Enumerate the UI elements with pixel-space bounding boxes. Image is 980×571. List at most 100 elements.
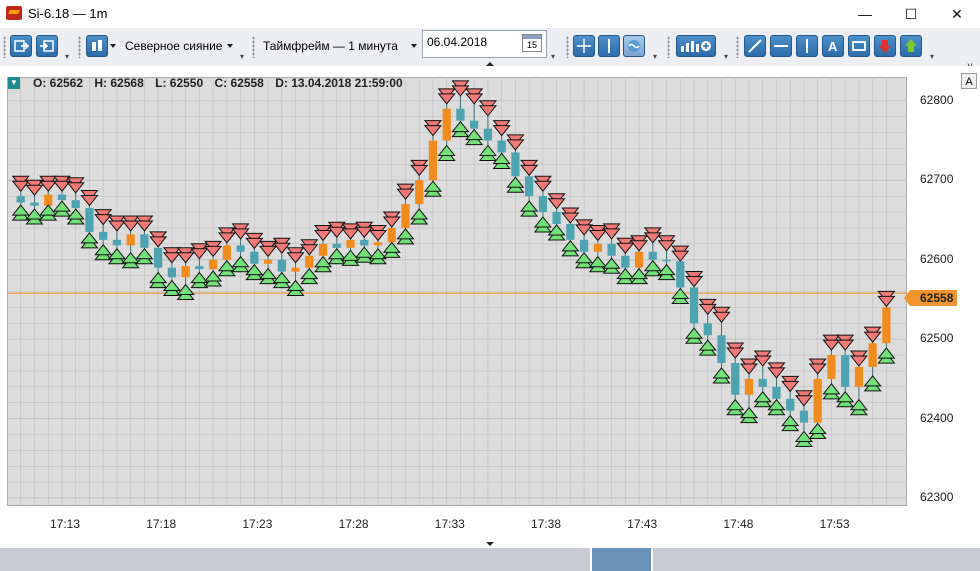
price-chart[interactable] [7,77,907,506]
buy-signal-arrow [451,120,470,133]
candle-body [222,245,231,260]
color-scheme-value: Северное сияние [125,39,223,53]
sell-signal-arrow [808,363,827,375]
candle-body [44,194,53,206]
candle-body [772,386,781,399]
toolbar-grip[interactable] [667,36,670,58]
sell-arrow-icon[interactable] [874,35,896,57]
sell-signal-arrow [492,125,511,137]
overflow-icon[interactable]: ▾ [240,52,245,61]
buy-signal-arrow [877,347,896,359]
candle-body [140,234,149,248]
y-tick-label: 62800 [920,92,954,107]
candle-body [85,208,94,232]
autoscale-button[interactable]: A [961,73,977,89]
sell-signal-arrow [396,188,415,200]
sell-signal-arrow [630,240,649,252]
sell-signal-arrow [588,229,607,242]
toolbar-grip[interactable] [566,36,569,58]
buy-signal-arrow [135,247,154,260]
crosshair-icon[interactable] [573,35,595,57]
indicator-wave-icon[interactable] [623,35,645,57]
buy-signal-arrow [588,255,607,268]
vertical-line-icon[interactable] [598,35,620,57]
open-layout-icon[interactable] [10,35,32,57]
y-tick-label: 62500 [920,331,954,346]
candle-body [305,255,314,268]
candle-body [99,231,108,240]
overflow-icon[interactable]: ▾ [724,52,729,61]
candle-body [662,259,671,262]
minimize-button[interactable]: — [842,0,888,28]
save-layout-icon[interactable] [36,35,58,57]
toolbar-grip[interactable] [252,36,255,58]
chart-style-dropdown-arrow[interactable] [108,35,120,57]
sell-signal-arrow [39,180,58,193]
trend-line-icon[interactable] [744,35,766,57]
date-value: 06.04.2018 [427,35,488,49]
vertical-ray-icon[interactable] [796,35,818,57]
close-button[interactable]: ✕ [934,0,980,28]
sell-signal-arrow [286,252,305,264]
candle-body [868,343,877,367]
high-value: H: 62568 [94,76,144,90]
expand-navigator-icon[interactable] [486,542,494,546]
toolbar-grip[interactable] [78,36,81,58]
buy-signal-arrow [107,247,126,260]
candle-body [373,242,383,246]
sell-signal-arrow [149,236,168,248]
close-value: C: 62558 [214,76,264,90]
chart-menu-icon[interactable]: ▼ [8,77,20,89]
candle-body [263,259,273,264]
candle-body [181,266,190,278]
sell-signal-arrow [107,220,126,232]
candle-body [71,200,80,209]
candle-body [579,239,589,252]
buy-signal-arrow [217,259,236,272]
x-tick-label: 17:23 [242,517,273,531]
buy-signal-arrow [231,255,250,268]
sell-signal-arrow [684,276,704,288]
buy-signal-arrow [712,367,731,379]
sell-signal-arrow [355,226,374,239]
candle-body [112,239,122,246]
buy-signal-arrow [25,208,44,220]
chart-style-icon[interactable] [86,35,108,57]
rectangle-tool-icon[interactable] [848,35,870,57]
buy-signal-arrow [506,176,525,188]
candle-body [799,410,809,423]
buy-arrow-icon[interactable] [900,35,922,57]
overflow-icon[interactable]: ▾ [65,52,70,61]
candle-body [16,196,25,203]
text-tool-icon[interactable]: A [822,35,844,57]
horizontal-line-icon[interactable] [770,35,792,57]
toolbar-grip[interactable] [3,36,6,58]
maximize-button[interactable]: ☐ [888,0,934,28]
buy-signal-arrow [423,180,442,192]
buy-signal-arrow [80,232,99,244]
color-scheme-select[interactable]: Северное сияние [121,35,237,57]
date-field[interactable]: 06.04.2018 15 [422,30,547,58]
date-readout: D: 13.04.2018 21:59:00 [275,76,403,90]
candle-body [813,378,822,423]
candle-body [841,355,850,387]
candle-body [689,287,699,324]
overflow-icon[interactable]: ▾ [551,52,556,61]
navigator-window[interactable] [590,548,653,571]
navigator-strip[interactable] [0,548,980,571]
add-indicator-icon[interactable] [676,35,716,57]
overflow-icon[interactable]: ▾ [653,52,658,61]
calendar-icon[interactable]: 15 [522,34,542,52]
overflow-icon[interactable]: ▾ [930,52,935,61]
x-tick-label: 17:33 [434,517,465,531]
low-value: L: 62550 [155,76,204,90]
buy-signal-arrow [657,263,676,276]
toolbar-grip[interactable] [736,36,739,58]
buy-signal-arrow [300,267,319,280]
sell-signal-arrow [80,195,99,207]
candle-body [882,307,891,344]
timeframe-select[interactable]: Таймфрейм — 1 минута [259,35,421,57]
candle-body [593,243,602,252]
buy-signal-arrow [259,267,278,280]
sell-signal-arrow [520,164,539,177]
